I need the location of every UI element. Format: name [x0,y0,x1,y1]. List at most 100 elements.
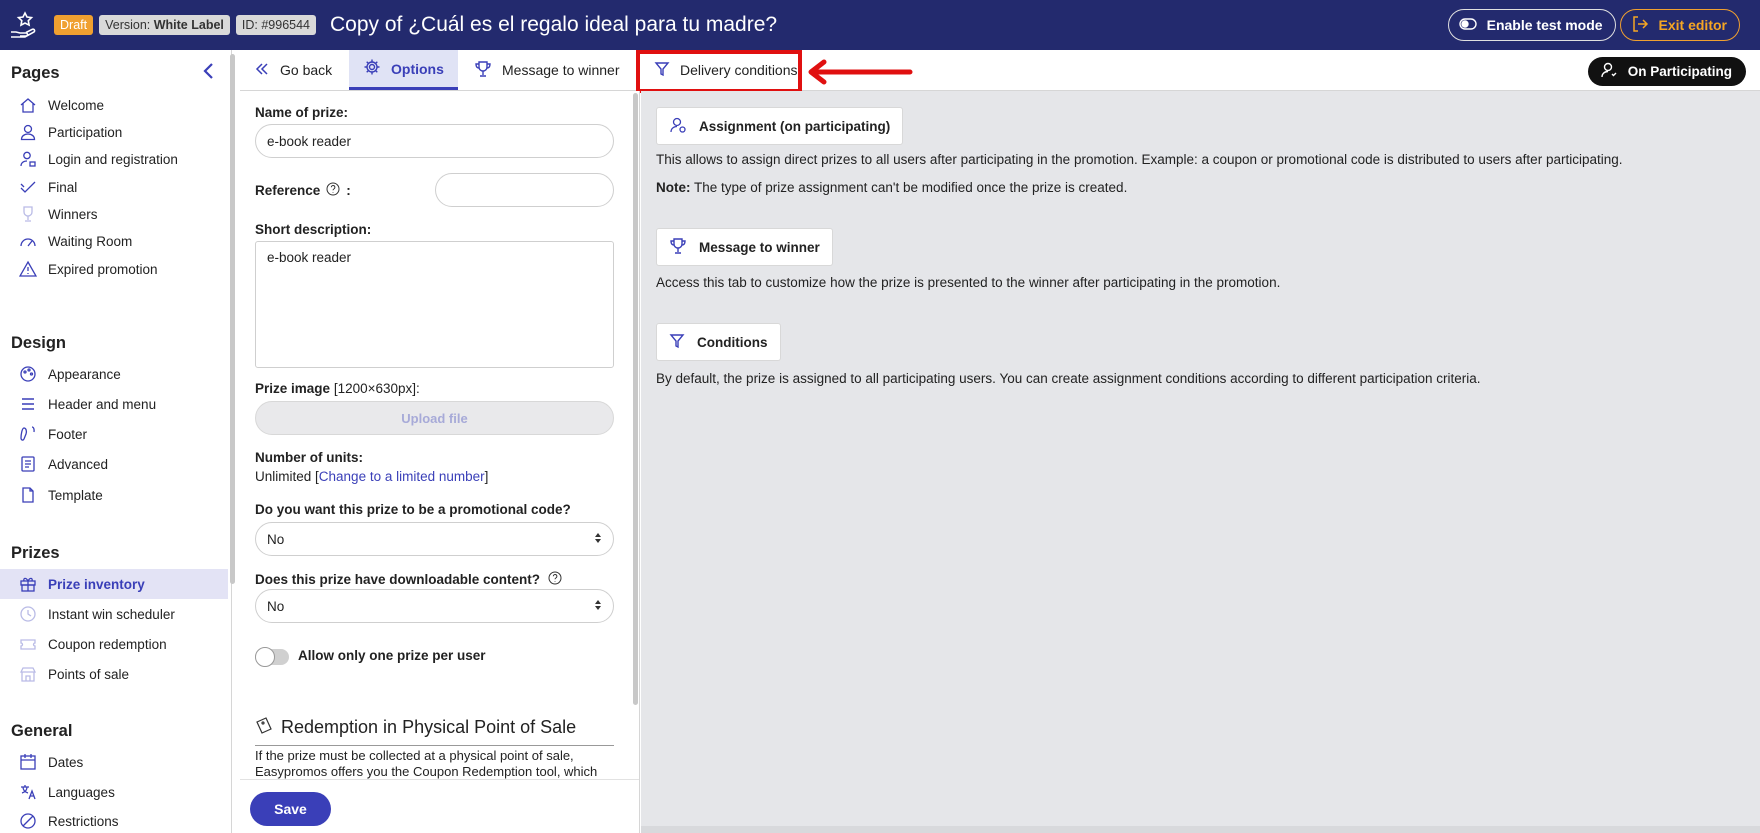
sidebar-item-template[interactable]: Template [0,481,228,509]
on-participating-button[interactable]: On Participating [1587,57,1746,86]
sidebar-item-label: Expired promotion [48,261,158,277]
app-logo-icon[interactable] [0,0,46,50]
tab-options-label: Options [391,60,444,77]
promotional-code-value: No [267,531,285,547]
gauge-icon [19,232,37,250]
sidebar-item-login-registration[interactable]: Login and registration [0,145,228,173]
sidebar-item-appearance[interactable]: Appearance [0,360,228,388]
sidebar-item-waiting-room[interactable]: Waiting Room [0,227,228,255]
trophy-icon [19,205,37,223]
sidebar-item-label: Header and menu [48,396,157,412]
enable-test-mode-button[interactable]: Enable test mode [1447,9,1616,41]
exit-editor-button[interactable]: Exit editor [1619,9,1740,41]
document-code-icon [19,455,37,473]
downloadable-label-row: Does this prize have downloadable conten… [255,571,562,588]
message-description: Access this tab to customize how the pri… [656,275,1281,290]
sidebar-scrollbar[interactable] [230,54,235,584]
horizontal-scrollbar[interactable] [641,826,1760,833]
note-row: Note: The type of prize assignment can't… [656,180,1127,195]
sidebar-item-label: Coupon redemption [48,636,167,652]
palette-icon [19,365,37,383]
save-button[interactable]: Save [250,792,331,826]
form-scrollbar[interactable] [633,93,638,705]
units-value: Unlimited [ [255,469,319,484]
sidebar-item-label: Advanced [48,456,109,472]
sidebar-item-label: Final [48,179,78,195]
help-icon[interactable] [548,571,562,588]
sidebar-item-label: Participation [48,124,123,140]
red-arrow-icon [806,59,916,88]
tab-message-label: Message to winner [502,62,620,78]
assignment-button[interactable]: Assignment (on participating) [656,107,904,145]
sidebar-item-label: Instant win scheduler [48,606,175,622]
prize-image-label: Prize image [255,381,331,396]
toggle-icon [1458,17,1477,33]
sidebar-item-prize-inventory[interactable]: Prize inventory [0,569,228,599]
sidebar-item-label: Points of sale [48,666,130,682]
tab-options[interactable]: Options [349,50,458,90]
coupon-icon [255,716,273,739]
id-badge: ID: #996544 [235,15,316,35]
collapse-sidebar-icon[interactable] [202,62,216,83]
promotional-code-select[interactable]: No [255,522,614,556]
sidebar-item-restrictions[interactable]: Restrictions [0,807,228,833]
select-arrows-icon [594,532,602,547]
name-of-prize-label: Name of prize: [255,105,349,120]
upload-file-button[interactable]: Upload file [255,401,614,435]
filter-icon [669,333,685,352]
sidebar-item-points-of-sale[interactable]: Points of sale [0,660,228,688]
help-icon[interactable] [326,182,340,199]
promotional-code-label: Do you want this prize to be a promotion… [255,502,571,517]
sidebar-item-coupon-redemption[interactable]: Coupon redemption [0,630,228,658]
sidebar-item-participation[interactable]: Participation [0,118,228,146]
reference-input[interactable] [435,173,614,207]
sidebar-item-instant-win-scheduler[interactable]: Instant win scheduler [0,600,228,628]
section-prizes-heading: Prizes [11,544,60,562]
go-back-label: Go back [280,62,333,78]
tab-bar: Go back Options Message to winner Delive… [240,50,1760,91]
prize-image-label-row: Prize image [1200×630px]: [255,381,420,396]
message-to-winner-button[interactable]: Message to winner [656,228,833,266]
sidebar-item-welcome[interactable]: Welcome [0,91,228,119]
sidebar-item-final[interactable]: Final [0,173,228,201]
promotion-title: Copy of ¿Cuál es el regalo ideal para tu… [330,13,778,36]
sidebar-item-expired-promotion[interactable]: Expired promotion [0,255,228,283]
check-icon [19,178,37,196]
sidebar-item-label: Waiting Room [48,233,133,249]
clock-icon [19,605,37,623]
sidebar-item-label: Restrictions [48,813,119,829]
sidebar-item-label: Welcome [48,97,105,113]
version-value: White Label [153,18,224,32]
exit-icon [1631,15,1649,36]
change-limited-number-link[interactable]: Change to a limited number [319,469,485,484]
sidebar-item-label: Footer [48,426,88,442]
short-description-textarea[interactable]: e-book reader [255,241,614,368]
sidebar-item-languages[interactable]: Languages [0,778,228,806]
sidebar-item-label: Login and registration [48,151,178,167]
sidebar-item-footer[interactable]: Footer [0,420,228,448]
name-of-prize-input[interactable]: e-book reader [255,124,614,158]
gear-icon [363,58,381,79]
redemption-section-title: Redemption in Physical Point of Sale [255,716,614,746]
tab-message-to-winner[interactable]: Message to winner [460,50,634,90]
footprint-icon [19,425,37,443]
sidebar-item-header-menu[interactable]: Header and menu [0,390,228,418]
sidebar-item-label: Prize inventory [48,576,145,592]
go-back-tab[interactable]: Go back [240,50,346,90]
info-panel: Assignment (on participating) This allow… [641,91,1760,833]
sidebar-item-winners[interactable]: Winners [0,200,228,228]
prize-image-hint: [1200×630px]: [333,381,420,396]
menu-icon [19,395,37,413]
enable-test-mode-label: Enable test mode [1486,17,1603,33]
one-prize-per-user-toggle[interactable] [255,647,289,667]
section-general-heading: General [11,722,73,740]
sidebar-item-dates[interactable]: Dates [0,748,228,776]
section-design-heading: Design [11,334,67,352]
store-icon [19,665,37,683]
conditions-button[interactable]: Conditions [656,323,781,361]
units-close-bracket: ] [484,469,489,484]
downloadable-select[interactable]: No [255,589,614,623]
sidebar-item-advanced[interactable]: Advanced [0,450,228,478]
message-to-winner-button-label: Message to winner [699,239,820,255]
sidebar-item-label: Template [48,487,103,503]
